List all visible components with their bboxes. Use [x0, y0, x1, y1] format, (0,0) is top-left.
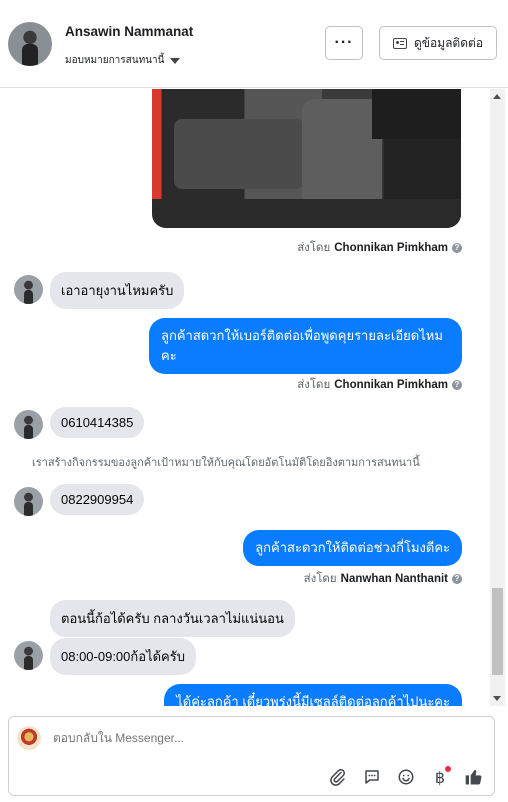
system-notice: เราสร้างกิจกรรมของลูกค้าเป้าหมายให้กับคุ… [32, 457, 420, 469]
contact-name[interactable]: Ansawin Nammanat [65, 24, 193, 39]
baht-icon[interactable]: ฿ [430, 766, 451, 787]
messenger-window: Ansawin Nammanat มอบหมายการสนทนานี้ ··· … [0, 0, 508, 802]
scroll-down-icon[interactable] [493, 696, 501, 701]
assign-conversation-dropdown[interactable]: มอบหมายการสนทนานี้ [65, 53, 181, 68]
view-contact-button[interactable]: ดูข้อมูลติดต่อ [379, 26, 497, 60]
incoming-message[interactable]: ตอนนี้ก้อได้ครับ กลางวันเวลาไม่แน่นอน [50, 600, 295, 637]
more-options-button[interactable]: ··· [325, 26, 363, 60]
photo-floor [152, 199, 461, 228]
incoming-message[interactable]: 0822909954 [50, 484, 145, 515]
scroll-up-icon[interactable] [493, 94, 501, 99]
reply-input[interactable] [53, 731, 433, 745]
view-contact-label: ดูข้อมูลติดต่อ [413, 35, 484, 50]
message-list[interactable]: ส่งโดย Chonnikan Pimkham ? เอาอายุงานไหม… [0, 89, 490, 706]
sent-by-prefix: ส่งโดย [297, 379, 331, 391]
incoming-message[interactable]: 08:00-09:00ก้อได้ครับ [50, 638, 196, 675]
saved-reply-icon[interactable] [362, 767, 382, 787]
caret-down-icon [170, 57, 181, 64]
sent-by-name: Chonnikan Pimkham [334, 242, 448, 254]
sent-by-name: Chonnikan Pimkham [334, 379, 448, 391]
sent-by-name: Nanwhan Nanthanit [340, 573, 448, 585]
emoji-icon[interactable] [396, 767, 416, 787]
sent-by-label: ส่งโดย Nanwhan Nanthanit ? [304, 570, 462, 588]
attach-icon[interactable] [328, 767, 348, 787]
sent-by-label: ส่งโดย Chonnikan Pimkham ? [297, 239, 462, 257]
contact-avatar[interactable] [8, 22, 52, 66]
outgoing-message[interactable]: ลูกค้าสะดวกให้ติดต่อช่วงกี่โมงดีคะ [243, 530, 462, 567]
page-avatar [17, 726, 41, 750]
scrollbar-thumb[interactable] [492, 588, 503, 675]
shared-photo-car-interior[interactable] [152, 89, 461, 228]
more-icon: ··· [334, 34, 354, 51]
composer-toolbar: ฿ [328, 766, 484, 787]
photo-seat-front [302, 99, 382, 209]
message-scrollbar[interactable] [490, 89, 505, 706]
help-icon[interactable]: ? [452, 243, 462, 253]
thumbs-up-icon[interactable] [464, 767, 484, 787]
conversation-header: Ansawin Nammanat มอบหมายการสนทนานี้ ··· … [0, 0, 508, 88]
reply-composer: ฿ [8, 716, 495, 796]
sent-by-label: ส่งโดย Chonnikan Pimkham ? [297, 376, 462, 394]
outgoing-message[interactable]: ลูกค้าสดวกให้เบอร์ติดต่อเพื่อพูดคุยรายละ… [149, 318, 462, 375]
photo-seat-rear [174, 119, 304, 189]
sender-avatar[interactable] [14, 410, 43, 439]
incoming-message[interactable]: เอาอายุงานไหมครับ [50, 272, 185, 309]
assign-label: มอบหมายการสนทนานี้ [65, 55, 165, 66]
contact-card-icon [392, 37, 407, 49]
notification-dot [445, 766, 451, 772]
sender-avatar[interactable] [14, 487, 43, 516]
outgoing-message[interactable]: ได้ค่ะลูกค้า เดี๋ยวพรุ่งนี้มีเซลล์ติดต่อ… [164, 684, 462, 706]
sent-by-prefix: ส่งโดย [303, 573, 337, 585]
sender-avatar[interactable] [14, 641, 43, 670]
help-icon[interactable]: ? [452, 574, 462, 584]
incoming-message[interactable]: 0610414385 [50, 407, 145, 438]
sender-avatar[interactable] [14, 275, 43, 304]
help-icon[interactable]: ? [452, 380, 462, 390]
sent-by-prefix: ส่งโดย [297, 242, 331, 254]
photo-dashboard [372, 89, 461, 139]
